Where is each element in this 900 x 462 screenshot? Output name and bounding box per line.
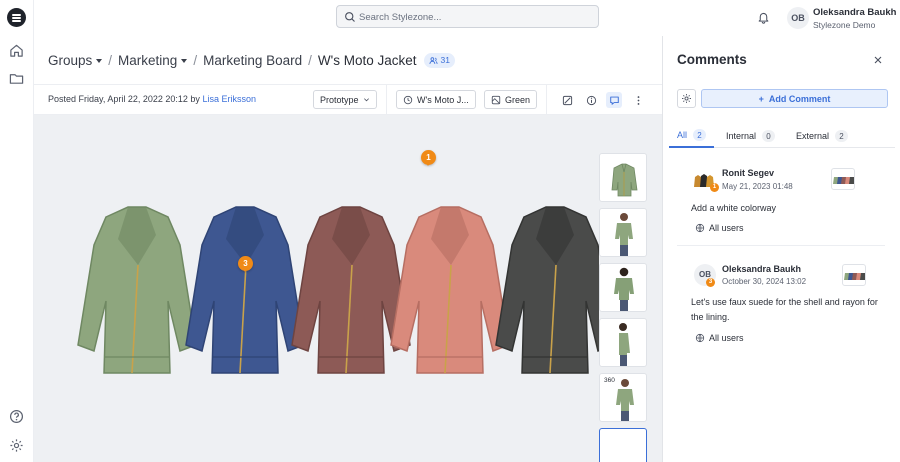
breadcrumb-marketing-board[interactable]: Marketing Board [203,53,302,68]
comment-author: Oleksandra Baukh [722,264,802,274]
tab-internal[interactable]: Internal 0 [718,124,783,148]
tab-external[interactable]: External 2 [788,124,856,148]
tab-all[interactable]: All 2 [669,124,715,148]
comment-icon [609,96,619,105]
breadcrumb-groups[interactable]: Groups [48,53,103,68]
thumbnail-front-flat[interactable] [599,153,647,202]
folder-icon[interactable] [9,71,24,86]
search-icon [345,12,355,22]
jacket-burgundy [291,206,411,374]
360-badge: 360 [604,377,615,384]
chevron-down-icon [96,58,103,63]
comment-pin-badge: 1 [710,183,719,192]
comment-tabs: All 2 Internal 0 External 2 [669,124,895,148]
view-thumbnails: 360 [599,153,647,462]
clock-icon [403,95,413,104]
compare-icon [562,95,572,105]
breadcrumb-separator: / [308,52,312,68]
comment-date: May 21, 2023 01:48 [722,182,793,191]
comments-title: Comments [677,52,747,67]
viewer-stage[interactable]: 1 3 360 [34,115,662,462]
breadcrumb: Groups / Marketing / Marketing Board / W… [48,51,455,69]
style-version-button[interactable]: W's Moto J... [396,90,476,109]
comment-settings-button[interactable] [677,89,696,108]
search-box[interactable] [336,5,599,28]
breadcrumb-separator: / [108,52,113,68]
colorway-icon [491,95,501,104]
colorway-button[interactable]: Green [484,90,538,109]
help-icon[interactable] [9,409,24,424]
close-icon [874,56,882,64]
author-link[interactable]: Lisa Eriksson [202,94,256,104]
thumbnail-model-side[interactable] [599,318,647,367]
jacket-blue [185,206,305,374]
stage-dropdown[interactable]: Prototype [313,90,377,109]
gear-icon [682,94,691,103]
comment-pin-badge: 3 [706,278,715,287]
jacket-charcoal [495,206,599,374]
main-content: Groups / Marketing / Marketing Board / W… [34,36,662,462]
top-bar: OB Oleksandra Baukh Stylezone Demo [34,0,900,36]
user-organization: Stylezone Demo [813,20,876,30]
home-icon[interactable] [9,43,24,58]
jacket-green [77,206,197,374]
comments-toggle-button[interactable] [606,92,622,108]
comment-divider [677,245,885,246]
posted-info: Posted Friday, April 22, 2022 20:12 by L… [48,94,256,104]
notifications-bell-icon[interactable] [757,11,770,24]
more-options-button[interactable] [630,92,646,108]
chevron-down-icon [181,58,188,63]
comment-image-thumbnail[interactable] [842,264,866,286]
close-panel-button[interactable] [872,54,884,66]
jacket-lineup-image [77,206,599,374]
thumbnail-model-front[interactable] [599,208,647,257]
thumbnail-selected[interactable] [599,428,647,462]
user-name[interactable]: Oleksandra Baukh [813,7,896,18]
comment-text: Let's use faux suede for the shell and r… [691,297,878,322]
members-badge[interactable]: 31 [423,52,455,68]
stylezone-logo[interactable] [7,8,26,27]
user-avatar[interactable]: OB [787,7,809,29]
jacket-salmon [390,206,510,374]
info-icon [586,95,596,105]
compare-button[interactable] [559,92,575,108]
users-icon [428,56,438,64]
thumbnail-360-view[interactable]: 360 [599,373,647,422]
left-rail [0,0,34,462]
annotation-pin-1[interactable]: 1 [421,150,436,166]
comments-panel: Comments + Add Comment All 2 Internal 0 Ex… [662,36,900,462]
globe-icon [695,333,705,343]
globe-icon [695,223,705,233]
breadcrumb-marketing[interactable]: Marketing [118,53,188,68]
info-button[interactable] [583,92,599,108]
comment-image-thumbnail[interactable] [831,168,855,190]
settings-icon[interactable] [9,438,24,453]
comment-visibility: All users [695,223,744,233]
comment-visibility: All users [695,333,744,343]
breadcrumb-separator: / [193,52,198,68]
add-comment-button[interactable]: + Add Comment [701,89,888,108]
info-bar: Posted Friday, April 22, 2022 20:12 by L… [34,84,662,115]
thumbnail-model-back[interactable] [599,263,647,312]
comment-text: Add a white colorway [691,203,777,213]
comment-date: October 30, 2024 13:02 [722,277,807,286]
breadcrumb-current: W's Moto Jacket [317,52,417,68]
comment-author: Ronit Segev [722,168,775,178]
plus-icon: + [758,93,764,104]
chevron-down-icon [363,98,369,102]
more-vertical-icon [637,95,639,105]
search-input[interactable] [359,8,589,26]
annotation-pin-3[interactable]: 3 [238,256,253,272]
